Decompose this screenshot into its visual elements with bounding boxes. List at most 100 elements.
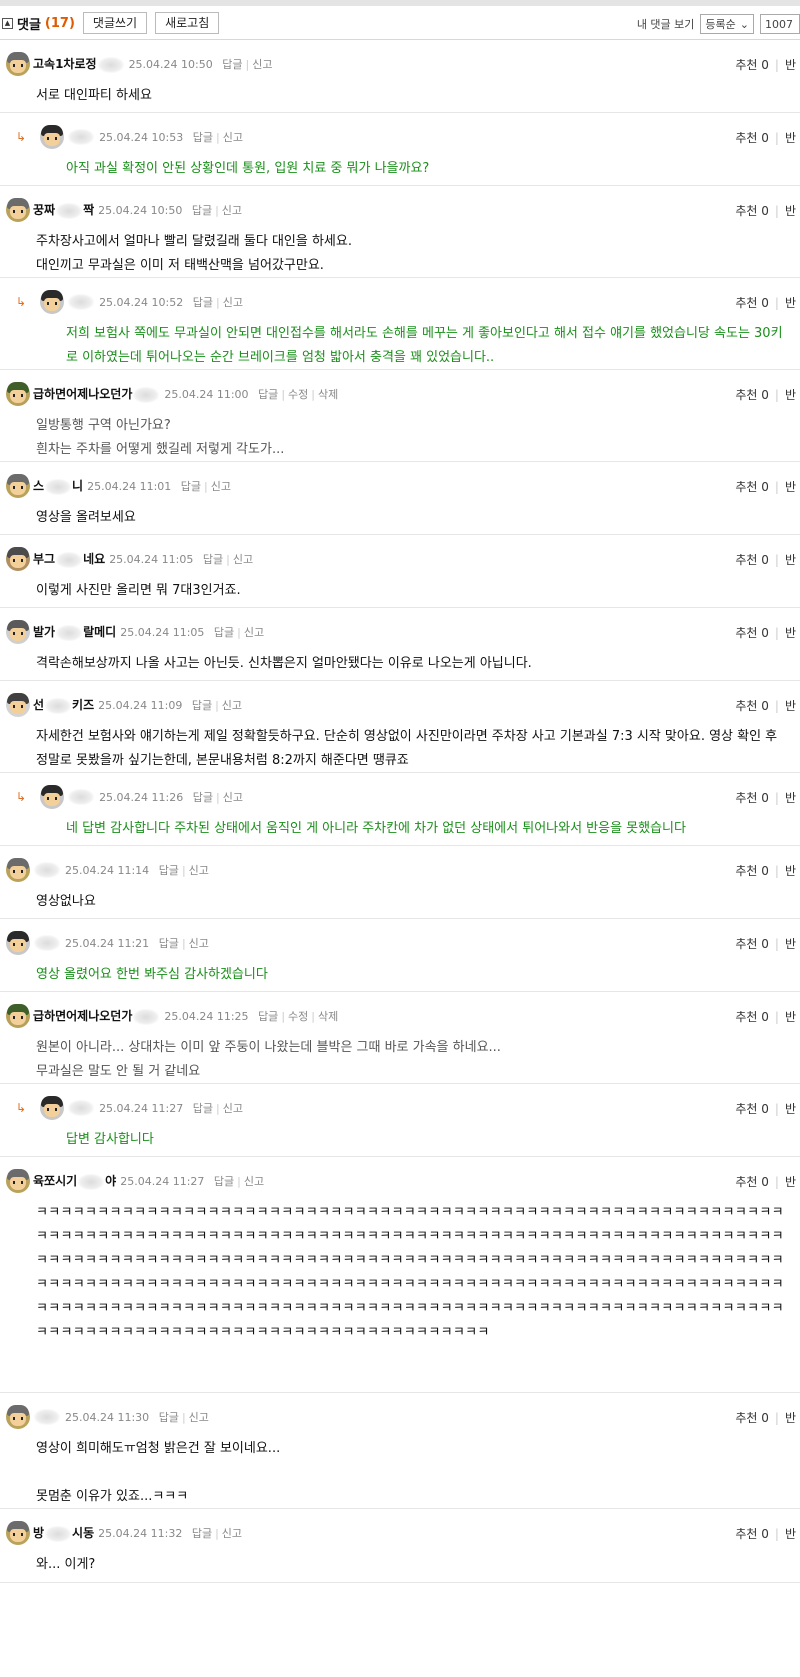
oppose-button[interactable]: 반 xyxy=(785,1411,796,1425)
comment-action-link[interactable]: 신고 xyxy=(244,626,264,639)
comment-action-link[interactable]: 답글 xyxy=(193,1102,213,1115)
comment-action-link[interactable]: 답글 xyxy=(181,480,201,493)
page-input[interactable]: 1007 xyxy=(760,14,800,34)
comment-action-link[interactable]: 신고 xyxy=(252,58,272,71)
comment-action-link[interactable]: 답글 xyxy=(159,937,179,950)
avatar[interactable] xyxy=(6,198,30,222)
oppose-button[interactable]: 반 xyxy=(785,1175,796,1189)
recommend-button[interactable]: 추천 0 xyxy=(735,1010,769,1024)
comment-action-link[interactable]: 수정 xyxy=(288,388,308,401)
oppose-button[interactable]: 반 xyxy=(785,131,796,145)
comments-title[interactable]: ▲ 댓글 (17) xyxy=(2,14,75,33)
oppose-button[interactable]: 반 xyxy=(785,388,796,402)
my-comments-link[interactable]: 내 댓글 보기 xyxy=(637,16,695,32)
refresh-button[interactable]: 새로고침 xyxy=(155,12,220,34)
nickname[interactable]: 스니 xyxy=(33,477,83,495)
avatar[interactable] xyxy=(6,931,30,955)
nickname[interactable]: 육쪼시기 야 xyxy=(33,1172,116,1190)
comment-action-link[interactable]: 수정 xyxy=(288,1010,308,1023)
nickname[interactable] xyxy=(33,862,61,878)
nickname[interactable]: 방 시동 xyxy=(33,1524,94,1542)
comment-action-link[interactable]: 답글 xyxy=(214,626,234,639)
avatar[interactable] xyxy=(40,290,65,314)
comment-action-link[interactable]: 답글 xyxy=(193,131,213,144)
oppose-button[interactable]: 반 xyxy=(785,480,796,494)
recommend-button[interactable]: 추천 0 xyxy=(735,937,769,951)
oppose-button[interactable]: 반 xyxy=(785,864,796,878)
recommend-button[interactable]: 추천 0 xyxy=(735,296,769,310)
comment-action-link[interactable]: 답글 xyxy=(192,1527,212,1540)
nickname[interactable] xyxy=(67,789,95,805)
comment-action-link[interactable]: 신고 xyxy=(233,553,253,566)
write-comment-button[interactable]: 댓글쓰기 xyxy=(82,12,148,34)
recommend-button[interactable]: 추천 0 xyxy=(735,699,769,713)
nickname[interactable]: 발가 랄메디 xyxy=(33,623,116,641)
avatar[interactable] xyxy=(6,382,30,406)
recommend-button[interactable]: 추천 0 xyxy=(735,864,769,878)
recommend-button[interactable]: 추천 0 xyxy=(735,1102,769,1116)
comment-action-link[interactable]: 신고 xyxy=(222,1527,242,1540)
avatar[interactable] xyxy=(6,1521,30,1545)
comment-action-link[interactable]: 답글 xyxy=(203,553,223,566)
nickname[interactable]: 급하면어제나오던가 xyxy=(33,385,160,403)
nickname[interactable]: 꿍짜 짝 xyxy=(33,201,94,219)
comment-action-link[interactable]: 신고 xyxy=(211,480,231,493)
comment-action-link[interactable]: 신고 xyxy=(223,1102,243,1115)
avatar[interactable] xyxy=(6,474,30,498)
recommend-button[interactable]: 추천 0 xyxy=(735,791,769,805)
comment-action-link[interactable]: 답글 xyxy=(193,791,213,804)
comment-action-link[interactable]: 답글 xyxy=(258,1010,278,1023)
comment-action-link[interactable]: 답글 xyxy=(192,699,212,712)
comment-action-link[interactable]: 답글 xyxy=(159,864,179,877)
avatar[interactable] xyxy=(6,1004,30,1028)
avatar[interactable] xyxy=(40,785,65,809)
nickname[interactable] xyxy=(33,1409,61,1425)
oppose-button[interactable]: 반 xyxy=(785,296,796,310)
oppose-button[interactable]: 반 xyxy=(785,1102,796,1116)
avatar[interactable] xyxy=(6,52,30,76)
oppose-button[interactable]: 반 xyxy=(785,699,796,713)
nickname[interactable] xyxy=(33,935,61,951)
nickname[interactable]: 부그 네요 xyxy=(33,550,105,568)
recommend-button[interactable]: 추천 0 xyxy=(735,131,769,145)
nickname[interactable] xyxy=(67,294,95,310)
comment-action-link[interactable]: 신고 xyxy=(189,1411,209,1424)
recommend-button[interactable]: 추천 0 xyxy=(735,1527,769,1541)
comment-action-link[interactable]: 답글 xyxy=(193,296,213,309)
recommend-button[interactable]: 추천 0 xyxy=(735,553,769,567)
oppose-button[interactable]: 반 xyxy=(785,1527,796,1541)
avatar[interactable] xyxy=(6,693,30,717)
avatar[interactable] xyxy=(6,1405,30,1429)
avatar[interactable] xyxy=(6,547,30,571)
nickname[interactable]: 선 키즈 xyxy=(33,696,94,714)
recommend-button[interactable]: 추천 0 xyxy=(735,58,769,72)
comment-action-link[interactable]: 답글 xyxy=(159,1411,179,1424)
nickname[interactable] xyxy=(67,1100,95,1116)
avatar[interactable] xyxy=(6,620,30,644)
comment-action-link[interactable]: 신고 xyxy=(223,296,243,309)
comment-action-link[interactable]: 신고 xyxy=(189,937,209,950)
sort-select[interactable]: 등록순 ⌄ xyxy=(700,14,754,34)
recommend-button[interactable]: 추천 0 xyxy=(735,626,769,640)
comment-action-link[interactable]: 신고 xyxy=(222,204,242,217)
comment-action-link[interactable]: 신고 xyxy=(222,699,242,712)
recommend-button[interactable]: 추천 0 xyxy=(735,1411,769,1425)
avatar[interactable] xyxy=(6,858,30,882)
comment-action-link[interactable]: 답글 xyxy=(214,1175,234,1188)
comment-action-link[interactable]: 답글 xyxy=(192,204,212,217)
nickname[interactable]: 급하면어제나오던가 xyxy=(33,1007,160,1025)
comment-action-link[interactable]: 답글 xyxy=(222,58,242,71)
nickname[interactable] xyxy=(67,129,95,145)
nickname[interactable]: 고속1차로정 xyxy=(33,55,125,73)
recommend-button[interactable]: 추천 0 xyxy=(735,204,769,218)
oppose-button[interactable]: 반 xyxy=(785,204,796,218)
comment-action-link[interactable]: 신고 xyxy=(223,131,243,144)
oppose-button[interactable]: 반 xyxy=(785,58,796,72)
recommend-button[interactable]: 추천 0 xyxy=(735,388,769,402)
oppose-button[interactable]: 반 xyxy=(785,553,796,567)
comment-action-link[interactable]: 삭제 xyxy=(318,1010,338,1023)
collapse-icon[interactable]: ▲ xyxy=(2,17,13,29)
comment-action-link[interactable]: 답글 xyxy=(258,388,278,401)
comment-action-link[interactable]: 삭제 xyxy=(318,388,338,401)
avatar[interactable] xyxy=(6,1169,30,1193)
